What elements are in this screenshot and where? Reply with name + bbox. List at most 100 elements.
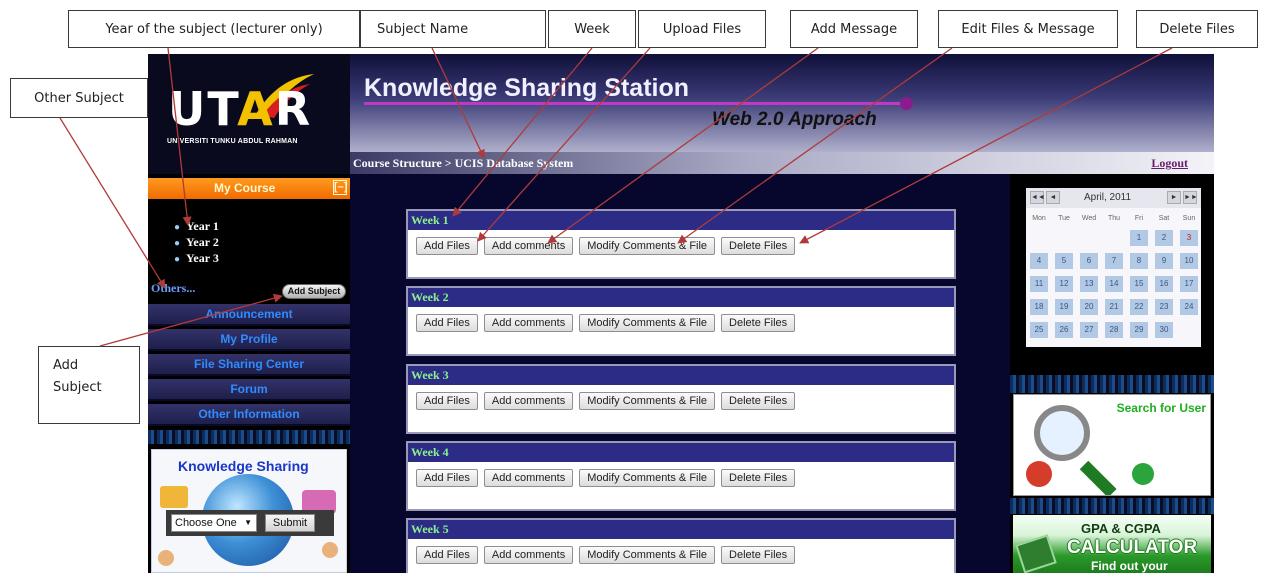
add-files-button[interactable]: Add Files [416, 237, 478, 255]
calendar-day[interactable]: 19 [1055, 299, 1073, 315]
calendar-day[interactable]: 27 [1080, 322, 1098, 338]
week-panel: Week 5 Add Files Add comments Modify Com… [406, 518, 956, 573]
add-files-button[interactable]: Add Files [416, 392, 478, 410]
modify-comments-file-button[interactable]: Modify Comments & File [579, 546, 716, 564]
add-comments-button[interactable]: Add comments [483, 469, 574, 487]
add-files-button[interactable]: Add Files [416, 469, 478, 487]
calendar-day[interactable]: 11 [1030, 276, 1048, 292]
search-for-user-widget[interactable]: Search for User [1013, 394, 1211, 496]
year-item[interactable]: ● Year 2 [174, 235, 219, 251]
calendar-day[interactable]: 7 [1105, 253, 1123, 269]
callout-add-subject: Add Subject [38, 346, 140, 424]
bullet-icon: ● [174, 254, 181, 265]
nav-forum[interactable]: Forum [148, 379, 350, 401]
week-toolbar: Add Files Add comments Modify Comments &… [416, 546, 796, 564]
delete-files-button[interactable]: Delete Files [721, 392, 796, 410]
calendar-day[interactable]: 23 [1155, 299, 1173, 315]
calendar-day[interactable]: 12 [1055, 276, 1073, 292]
year-label: Year 2 [186, 235, 219, 249]
delete-files-button[interactable]: Delete Files [721, 237, 796, 255]
delete-files-button[interactable]: Delete Files [721, 546, 796, 564]
callout-add-subject-line1: Add [53, 358, 79, 373]
callout-week: Week [548, 10, 636, 48]
calendar-day[interactable]: 16 [1155, 276, 1173, 292]
chevron-down-icon: ▼ [244, 518, 252, 527]
calendar-day[interactable]: 29 [1130, 322, 1148, 338]
logout-link[interactable]: Logout [1151, 156, 1188, 171]
calendar-day[interactable]: 30 [1155, 322, 1173, 338]
add-subject-button[interactable]: Add Subject [282, 284, 346, 299]
week-header: Week 5 [408, 520, 954, 539]
site-subtitle: Web 2.0 Approach [712, 109, 877, 130]
modify-comments-file-button[interactable]: Modify Comments & File [579, 392, 716, 410]
week-toolbar: Add Files Add comments Modify Comments &… [416, 469, 796, 487]
utar-logo: UTAR UNIVERSITI TUNKU ABDUL RAHMAN [148, 54, 350, 174]
calendar-day[interactable]: 15 [1130, 276, 1148, 292]
decorative-strip [1010, 498, 1214, 514]
calendar-day[interactable]: 24 [1180, 299, 1198, 315]
year-item[interactable]: ● Year 3 [174, 251, 219, 267]
calendar-day[interactable]: 2 [1155, 230, 1173, 246]
calendar: ◄◄ ◄ April, 2011 ► ►► Mon Tue Wed Thu Fri Sat… [1026, 188, 1201, 347]
calendar-day[interactable]: 14 [1105, 276, 1123, 292]
week-toolbar: Add Files Add comments Modify Comments &… [416, 392, 796, 410]
calendar-day[interactable]: 26 [1055, 322, 1073, 338]
submit-button[interactable]: Submit [265, 514, 315, 532]
prev-year-icon[interactable]: ◄◄ [1030, 191, 1045, 204]
next-year-icon[interactable]: ►► [1183, 191, 1198, 204]
calendar-day[interactable]: 3 [1180, 230, 1198, 246]
calendar-month: April, 2011 [1084, 192, 1132, 203]
calendar-day[interactable]: 9 [1155, 253, 1173, 269]
year-item[interactable]: ● Year 1 [174, 219, 219, 235]
gpa-title: GPA & CGPA [1081, 521, 1161, 536]
nav-other-information[interactable]: Other Information [148, 404, 350, 426]
add-comments-button[interactable]: Add comments [483, 546, 574, 564]
nav-my-profile[interactable]: My Profile [148, 329, 350, 351]
nav-file-sharing-center[interactable]: File Sharing Center [148, 354, 350, 376]
calendar-day[interactable]: 20 [1080, 299, 1098, 315]
calendar-day[interactable]: 22 [1130, 299, 1148, 315]
calendar-day[interactable]: 25 [1030, 322, 1048, 338]
gpa-find-label: Find out your [1091, 559, 1168, 573]
calendar-day[interactable]: 17 [1180, 276, 1198, 292]
week-panel: Week 4 Add Files Add comments Modify Com… [406, 441, 956, 511]
calendar-day[interactable]: 5 [1055, 253, 1073, 269]
gpa-calculator-widget[interactable]: GPA & CGPA CALCULATOR Find out your [1013, 515, 1211, 573]
calendar-day[interactable]: 4 [1030, 253, 1048, 269]
add-comments-button[interactable]: Add comments [483, 237, 574, 255]
week-header: Week 4 [408, 443, 954, 462]
my-course-header[interactable]: My Course [–] [148, 178, 350, 199]
prev-month-icon[interactable]: ◄ [1046, 191, 1060, 204]
next-month-icon[interactable]: ► [1167, 191, 1181, 204]
calendar-day-name: Thu [1107, 215, 1121, 222]
calendar-day[interactable]: 21 [1105, 299, 1123, 315]
calendar-day[interactable]: 1 [1130, 230, 1148, 246]
decorative-strip [148, 430, 350, 444]
callout-year: Year of the subject (lecturer only) [68, 10, 360, 48]
delete-files-button[interactable]: Delete Files [721, 314, 796, 332]
others-link[interactable]: Others... [151, 281, 195, 296]
year-label: Year 3 [186, 251, 219, 265]
callout-add-message: Add Message [790, 10, 918, 48]
calendar-day[interactable]: 8 [1130, 253, 1148, 269]
add-comments-button[interactable]: Add comments [483, 392, 574, 410]
collapse-button[interactable]: [–] [333, 180, 347, 195]
calendar-day[interactable]: 6 [1080, 253, 1098, 269]
modify-comments-file-button[interactable]: Modify Comments & File [579, 314, 716, 332]
add-files-button[interactable]: Add Files [416, 546, 478, 564]
add-files-button[interactable]: Add Files [416, 314, 478, 332]
delete-files-button[interactable]: Delete Files [721, 469, 796, 487]
modify-comments-file-button[interactable]: Modify Comments & File [579, 237, 716, 255]
calendar-day[interactable]: 18 [1030, 299, 1048, 315]
nav-announcement[interactable]: Announcement [148, 304, 350, 326]
callout-other-subject: Other Subject [10, 78, 148, 118]
calendar-day[interactable]: 10 [1180, 253, 1198, 269]
modify-comments-file-button[interactable]: Modify Comments & File [579, 469, 716, 487]
calendar-day[interactable]: 28 [1105, 322, 1123, 338]
person-icon [322, 542, 338, 558]
breadcrumb[interactable]: Course Structure > UCIS Database System [353, 156, 573, 171]
calendar-day[interactable]: 13 [1080, 276, 1098, 292]
add-comments-button[interactable]: Add comments [483, 314, 574, 332]
category-select[interactable]: Choose One ▼ [171, 514, 257, 532]
site-title: Knowledge Sharing Station [364, 74, 690, 102]
